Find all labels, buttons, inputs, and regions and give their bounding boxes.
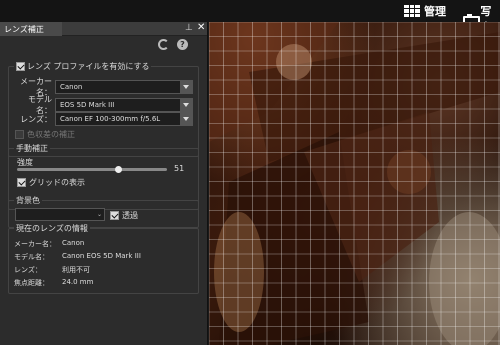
info-value: Canon EOS 5D Mark III [62, 252, 141, 260]
info-key: モデル名： [14, 253, 49, 261]
pin-icon[interactable]: ⊥ [185, 23, 193, 33]
checkbox-icon [110, 211, 119, 220]
chromatic-label: 色収差の補正 [27, 130, 75, 139]
checkbox-icon [16, 62, 25, 71]
info-value: 利用不可 [62, 266, 90, 274]
transparent-checkbox[interactable]: 透過 [110, 210, 138, 221]
background-title: 背景色 [14, 195, 42, 206]
chevron-down-icon [180, 113, 192, 125]
info-key: メーカー名： [14, 240, 56, 248]
strength-label: 強度 [17, 158, 33, 167]
grid-label: グリッドの表示 [29, 178, 85, 187]
photo-preview[interactable] [209, 22, 500, 345]
strength-value: 51 [174, 164, 185, 173]
enable-profile-label: レンズ プロファイルを有効にする [27, 62, 150, 71]
info-row: メーカー名： Canon [14, 239, 84, 249]
help-icon[interactable]: ? [177, 39, 188, 50]
panel-tab-lens-correction[interactable]: レンズ補正 [0, 22, 62, 36]
lens-correction-panel: レンズ補正 ⊥ ✕ ? レンズ プロファイルを有効にする メーカー名： Cano… [0, 22, 208, 345]
panel-header: レンズ補正 ⊥ ✕ [0, 22, 207, 36]
info-value: 24.0 mm [62, 278, 94, 286]
enable-profile-checkbox[interactable]: レンズ プロファイルを有効にする [14, 61, 152, 72]
chevron-down-icon [180, 99, 192, 111]
manage-button[interactable]: 管理 [404, 3, 446, 19]
close-icon[interactable]: ✕ [197, 22, 205, 33]
top-toolbar: 管理 写真 [0, 0, 500, 34]
info-row: モデル名： Canon EOS 5D Mark III [14, 252, 141, 262]
maker-select[interactable]: Canon [55, 80, 193, 94]
chevron-down-icon [180, 81, 192, 93]
transparent-label: 透過 [122, 211, 138, 220]
maker-value: Canon [60, 83, 83, 91]
refresh-icon[interactable] [158, 39, 169, 50]
manual-title: 手動補正 [14, 143, 50, 154]
manage-label: 管理 [424, 5, 446, 18]
lens-value: Canon EF 100-300mm f/5.6L [60, 115, 161, 123]
current-lens-title: 現在のレンズの情報 [14, 223, 90, 234]
info-row: 焦点距離： 24.0 mm [14, 278, 93, 288]
background-color-select[interactable]: ⌄ [15, 208, 105, 221]
grid-icon [404, 5, 420, 17]
chevron-down-icon: ⌄ [96, 211, 102, 218]
chromatic-checkbox[interactable]: 色収差の補正 [15, 129, 75, 140]
checkbox-icon [15, 130, 24, 139]
strength-slider-thumb[interactable] [114, 166, 122, 173]
info-key: 焦点距離： [14, 279, 49, 287]
info-key: レンズ： [14, 266, 42, 274]
grid-checkbox[interactable]: グリッドの表示 [17, 177, 85, 188]
model-select[interactable]: EOS 5D Mark III [55, 98, 193, 112]
lens-select[interactable]: Canon EF 100-300mm f/5.6L [55, 112, 193, 126]
checkbox-icon [17, 178, 26, 187]
grid-overlay [209, 22, 500, 345]
model-value: EOS 5D Mark III [60, 101, 115, 109]
panel-tools: ? [158, 39, 188, 50]
lens-label: レンズ： [20, 114, 52, 124]
lens-row: レンズ： Canon EF 100-300mm f/5.6L [13, 112, 193, 126]
current-lens-section: 現在のレンズの情報 メーカー名： Canon モデル名： Canon EOS 5… [8, 223, 199, 294]
info-value: Canon [62, 239, 85, 247]
info-row: レンズ： 利用不可 [14, 265, 90, 275]
strength-slider[interactable] [17, 168, 167, 171]
